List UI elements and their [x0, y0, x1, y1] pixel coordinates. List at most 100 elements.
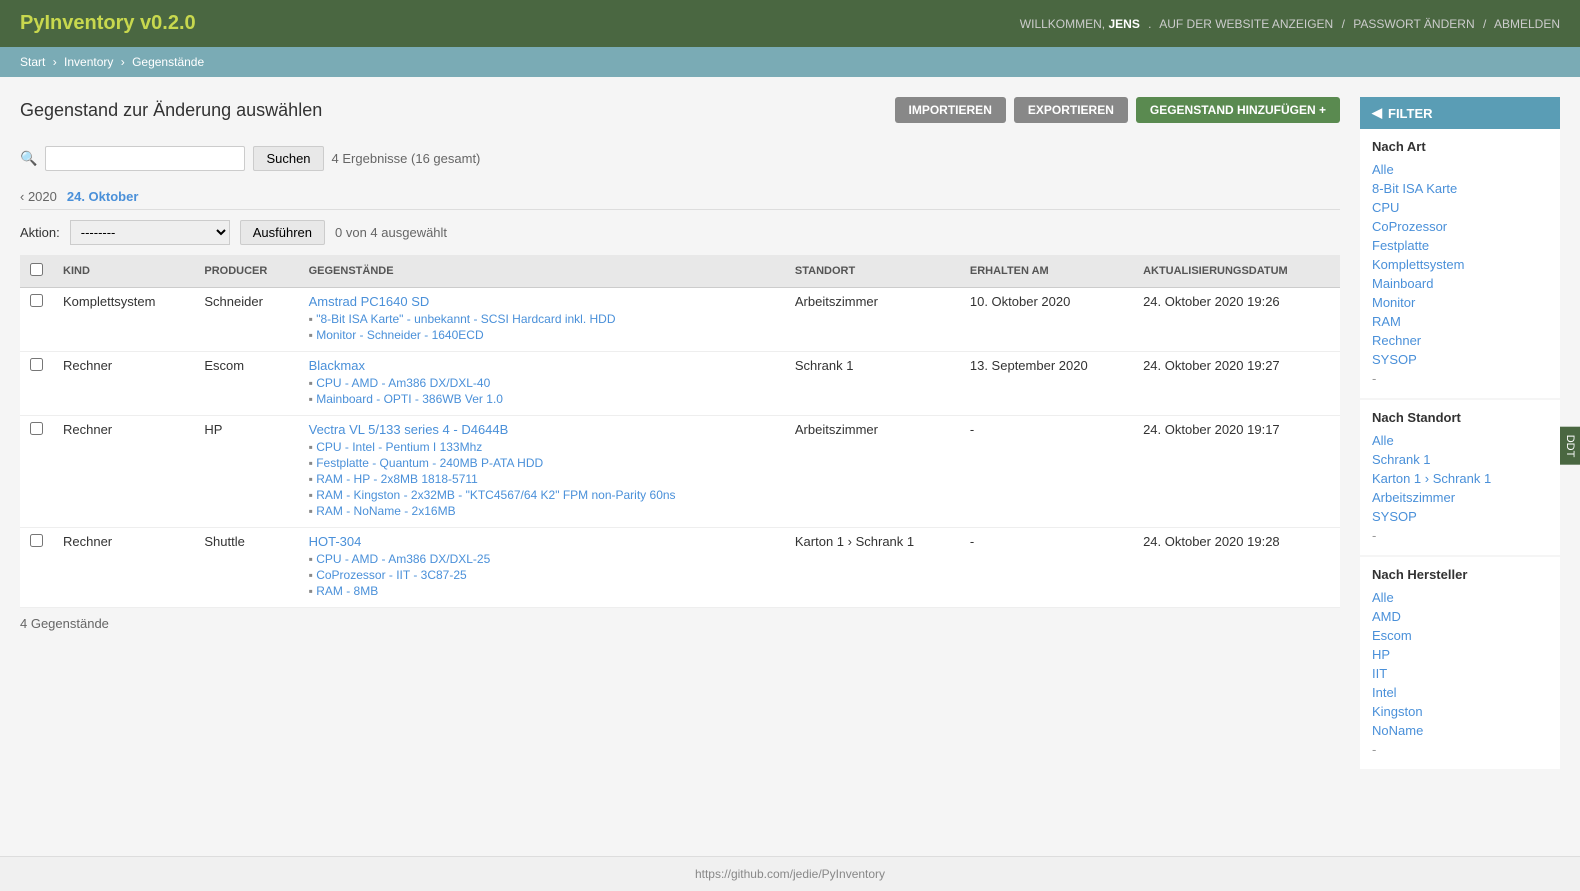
row-items: Blackmax CPU - AMD - Am386 DX/DXL-40 Main… [299, 352, 785, 416]
row-producer: Schneider [194, 288, 298, 352]
export-button[interactable]: EXPORTIEREN [1014, 97, 1128, 123]
side-tab[interactable]: DDT [1560, 426, 1580, 465]
breadcrumb-start[interactable]: Start [20, 55, 45, 69]
row-aktualisiert: 24. Oktober 2020 19:26 [1133, 288, 1340, 352]
welcome-text: WILLKOMMEN, [1020, 17, 1105, 31]
filter-item-link[interactable]: CoProzessor [1372, 219, 1447, 234]
filter-item-link[interactable]: SYSOP [1372, 509, 1417, 524]
item-name-link[interactable]: Amstrad PC1640 SD [309, 294, 430, 309]
website-link[interactable]: AUF DER WEBSITE ANZEIGEN [1159, 17, 1333, 31]
sub-item-link[interactable]: RAM - Kingston - 2x32MB - "KTC4567/64 K2… [316, 488, 675, 502]
row-producer: HP [194, 416, 298, 528]
filter-item-link[interactable]: Mainboard [1372, 276, 1433, 291]
row-aktualisiert: 24. Oktober 2020 19:27 [1133, 352, 1340, 416]
filter-item-link[interactable]: Alle [1372, 433, 1394, 448]
date-prev-link[interactable]: ‹ 2020 [20, 189, 57, 204]
breadcrumb-inventory[interactable]: Inventory [64, 55, 113, 69]
filter-item-link[interactable]: Kingston [1372, 704, 1423, 719]
row-checkbox[interactable] [30, 422, 43, 435]
page-title: Gegenstand zur Änderung auswählen [20, 100, 322, 121]
filter-item: Mainboard [1372, 274, 1548, 293]
filter-item-link[interactable]: Alle [1372, 590, 1394, 605]
filter-item-link[interactable]: Festplatte [1372, 238, 1429, 253]
page-footer: https://github.com/jedie/PyInventory [0, 856, 1580, 891]
sub-item-link[interactable]: CPU - AMD - Am386 DX/DXL-40 [316, 376, 490, 390]
filter-item-link[interactable]: Intel [1372, 685, 1397, 700]
sub-item-link[interactable]: RAM - HP - 2x8MB 1818-5711 [316, 472, 478, 486]
filter-item-link[interactable]: Escom [1372, 628, 1412, 643]
filter-item-link[interactable]: Karton 1 › Schrank 1 [1372, 471, 1491, 486]
filter-item-link[interactable]: Monitor [1372, 295, 1415, 310]
filter-item-link[interactable]: Komplettsystem [1372, 257, 1464, 272]
sub-item-link[interactable]: RAM - 8MB [316, 584, 378, 598]
filter-item-link[interactable]: Rechner [1372, 333, 1421, 348]
row-standort: Schrank 1 [785, 352, 960, 416]
items-table: KIND PRODUCER GEGENSTÄNDE STANDORT ERHAL… [20, 255, 1340, 608]
item-name-link[interactable]: Vectra VL 5/133 series 4 - D4644B [309, 422, 509, 437]
row-erhalten: - [960, 416, 1133, 528]
execute-button[interactable]: Ausführen [240, 220, 325, 245]
filter-title: FILTER [1388, 106, 1433, 121]
logout-link[interactable]: ABMELDEN [1494, 17, 1560, 31]
filter-item-link[interactable]: HP [1372, 647, 1390, 662]
row-checkbox[interactable] [30, 534, 43, 547]
import-button[interactable]: IMPORTIEREN [895, 97, 1006, 123]
row-erhalten: - [960, 528, 1133, 608]
search-results: 4 Ergebnisse (16 gesamt) [332, 151, 481, 166]
filter-item: Alle [1372, 160, 1548, 179]
filter-section: Nach ArtAlle8-Bit ISA KarteCPUCoProzesso… [1360, 129, 1560, 398]
filter-item-link[interactable]: Arbeitszimmer [1372, 490, 1455, 505]
sub-item-link[interactable]: RAM - NoName - 2x16MB [316, 504, 455, 518]
row-erhalten: 13. September 2020 [960, 352, 1133, 416]
item-name-link[interactable]: Blackmax [309, 358, 365, 373]
sub-item-link[interactable]: "8-Bit ISA Karte" - unbekannt - SCSI Har… [316, 312, 615, 326]
row-checkbox[interactable] [30, 294, 43, 307]
filter-section: Nach StandortAlleSchrank 1Karton 1 › Sch… [1360, 400, 1560, 555]
filter-item-link[interactable]: CPU [1372, 200, 1399, 215]
sidebar-filter: ◀ FILTER Nach ArtAlle8-Bit ISA KarteCPUC… [1360, 97, 1560, 771]
sub-item-link[interactable]: CPU - AMD - Am386 DX/DXL-25 [316, 552, 490, 566]
filter-item-link[interactable]: RAM [1372, 314, 1401, 329]
item-name-link[interactable]: HOT-304 [309, 534, 362, 549]
sub-item-link[interactable]: Monitor - Schneider - 1640ECD [316, 328, 483, 342]
col-gegenstaende: GEGENSTÄNDE [299, 255, 785, 288]
filter-item: Alle [1372, 588, 1548, 607]
col-aktualisiert: AKTUALISIERUNGSDATUM [1133, 255, 1340, 288]
sub-item-link[interactable]: CoProzessor - IIT - 3C87-25 [316, 568, 467, 582]
filter-item-link[interactable]: IIT [1372, 666, 1387, 681]
filter-item: Karton 1 › Schrank 1 [1372, 469, 1548, 488]
username: JENS [1108, 17, 1139, 31]
filter-item: Arbeitszimmer [1372, 488, 1548, 507]
col-producer: PRODUCER [194, 255, 298, 288]
filter-item: Festplatte [1372, 236, 1548, 255]
filter-item-link[interactable]: Alle [1372, 162, 1394, 177]
date-nav: ‹ 2020 24. Oktober [20, 189, 1340, 210]
filter-item-link[interactable]: AMD [1372, 609, 1401, 624]
footer-count: 4 Gegenstände [20, 608, 1340, 639]
search-button[interactable]: Suchen [253, 146, 323, 171]
select-all-checkbox[interactable] [30, 263, 43, 276]
sub-item-link[interactable]: Mainboard - OPTI - 386WB Ver 1.0 [316, 392, 503, 406]
row-items: Vectra VL 5/133 series 4 - D4644B CPU - … [299, 416, 785, 528]
filter-item: Alle [1372, 431, 1548, 450]
sub-item-link[interactable]: CPU - Intel - Pentium I 133Mhz [316, 440, 482, 454]
search-input[interactable] [45, 146, 245, 171]
filter-item-link[interactable]: NoName [1372, 723, 1423, 738]
breadcrumb-current: Gegenstände [132, 55, 204, 69]
filter-item-link[interactable]: 8-Bit ISA Karte [1372, 181, 1457, 196]
header-nav: WILLKOMMEN, JENS . AUF DER WEBSITE ANZEI… [1020, 17, 1560, 31]
action-buttons: IMPORTIEREN EXPORTIEREN GEGENSTAND HINZU… [895, 97, 1340, 123]
filter-item: Intel [1372, 683, 1548, 702]
password-link[interactable]: PASSWORT ÄNDERN [1353, 17, 1474, 31]
filter-item-link[interactable]: SYSOP [1372, 352, 1417, 367]
footer-url: https://github.com/jedie/PyInventory [695, 867, 885, 881]
app-title: PyInventory v0.2.0 [20, 12, 196, 35]
row-checkbox[interactable] [30, 358, 43, 371]
filter-item: SYSOP [1372, 507, 1548, 526]
row-kind: Rechner [53, 528, 194, 608]
date-current[interactable]: 24. Oktober [67, 189, 139, 204]
filter-item-link[interactable]: Schrank 1 [1372, 452, 1431, 467]
sub-item-link[interactable]: Festplatte - Quantum - 240MB P-ATA HDD [316, 456, 543, 470]
action-select[interactable]: -------- [70, 220, 230, 245]
add-item-button[interactable]: GEGENSTAND HINZUFÜGEN + [1136, 97, 1340, 123]
